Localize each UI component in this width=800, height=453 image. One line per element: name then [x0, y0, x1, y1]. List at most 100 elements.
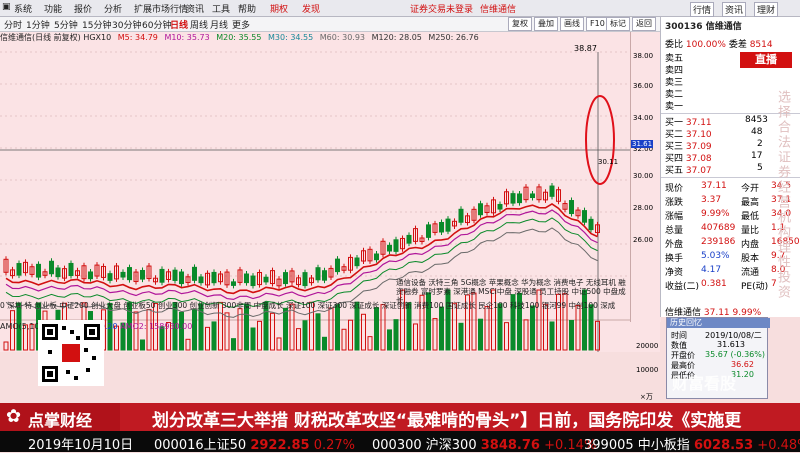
volume-bar [543, 303, 548, 351]
period-weekly[interactable]: 周线 [190, 18, 208, 31]
menu-item-discover[interactable]: 发现 [302, 2, 320, 15]
draw-line-button[interactable]: 画线 [560, 17, 584, 31]
popup-value: 35.67 (-0.36%) [705, 350, 765, 359]
candle-body [88, 271, 93, 280]
period-60min[interactable]: 60分钟 [142, 18, 171, 31]
index-code: 399005 [584, 438, 634, 453]
menu-item-analysis[interactable]: 分析 [104, 2, 122, 15]
quote-box-2[interactable]: 资讯 [722, 2, 747, 17]
candle-body [263, 276, 269, 283]
menu-item-tools[interactable]: 工具 [212, 2, 230, 15]
menu-item-options[interactable]: 期权 [270, 2, 288, 15]
index-pct: 0.27% [313, 438, 355, 453]
candle-body [354, 257, 360, 267]
ma5-label: M5: 34.79 [117, 33, 158, 42]
index-value: 6028.53 [693, 438, 754, 453]
candle-body [192, 266, 197, 281]
menu-item-news[interactable]: 资讯 [186, 2, 204, 15]
index-name: 沪深300 [425, 438, 477, 453]
annotation-ellipse [585, 95, 615, 185]
menu-item-extended-market[interactable]: 扩展市场行情 [134, 2, 188, 15]
candle-body [211, 271, 217, 284]
period-monthly[interactable]: 月线 [210, 18, 228, 31]
volume-bar [504, 322, 509, 351]
candle-body [439, 221, 444, 233]
menu-item-function[interactable]: 功能 [44, 2, 62, 15]
ma120-label: M120: 28.05 [371, 33, 422, 42]
volume-bar [315, 313, 321, 351]
volume-bar [588, 304, 594, 351]
period-15min[interactable]: 15分钟 [82, 18, 111, 31]
volume-bar [250, 327, 256, 351]
candle-body [179, 271, 184, 285]
trade-login-status[interactable]: 证券交易未登录 [410, 2, 473, 15]
stat-row: 收益(二) 0.381 PE(动) 7 [665, 279, 777, 292]
index-bar: 2019年10月10日 000016上证50 2922.85 0.27% 000… [0, 431, 800, 453]
candle-body [127, 267, 132, 281]
stat-label: 涨跌 [665, 198, 684, 208]
app-logo-icon: ▣ [2, 2, 11, 12]
quote-box-3[interactable]: 理财 [754, 2, 779, 17]
candle-body [198, 276, 204, 284]
period-more[interactable]: 更多 [232, 18, 250, 31]
stat-label: 现价 [665, 184, 684, 194]
restore-rights-button[interactable]: 复权 [508, 17, 532, 31]
candle-body [497, 203, 503, 210]
period-intraday[interactable]: 分时 [4, 18, 22, 31]
candle-body [250, 275, 256, 287]
period-30min[interactable]: 30分钟 [112, 18, 141, 31]
candle-body [172, 269, 178, 281]
candle-body [49, 260, 54, 275]
volume-bar [575, 304, 581, 351]
candle-body [68, 262, 74, 277]
qr-code-svg [42, 324, 100, 382]
back-button[interactable]: 返回 [632, 17, 656, 31]
volume-bar [231, 338, 236, 351]
stat-row: 涨跌 3.37 最高 37.1 [665, 195, 791, 208]
overlay-button[interactable]: 叠加 [534, 17, 558, 31]
index-name: 中小板指 [637, 438, 690, 453]
candle-body [387, 244, 392, 252]
index-item: 000016上证50 2922.85 0.27% [154, 434, 355, 453]
index-value: 3848.76 [480, 438, 540, 453]
index-pct: +0.48% [757, 438, 800, 453]
live-button[interactable]: 直播 [740, 52, 792, 68]
menu-item-system[interactable]: 系统 [14, 2, 32, 15]
stat-label: 换手 [665, 254, 684, 264]
candle-body [302, 272, 308, 287]
stat-value: 3.37 [701, 195, 722, 205]
mark-button[interactable]: 标记 [606, 17, 630, 31]
popup-value: 36.62 [731, 360, 754, 369]
period-daily[interactable]: 日线 [170, 18, 188, 31]
price-tick: 30.00 [633, 172, 654, 180]
high-label: 38.87 [574, 44, 597, 53]
period-5min[interactable]: 5分钟 [54, 18, 78, 31]
index-value: 2922.85 [250, 438, 310, 453]
volume-bar [335, 303, 340, 351]
candle-body [140, 269, 145, 280]
volume-bar [393, 319, 399, 351]
menu-item-help[interactable]: 帮助 [238, 2, 256, 15]
menu-item-quote[interactable]: 报价 [74, 2, 92, 15]
buy-vol: 48 [751, 127, 763, 137]
vol-tick: 10000 [636, 366, 659, 374]
popup-title: 历史回忆 [667, 318, 770, 328]
quote-box-1[interactable]: 行情 [690, 2, 715, 17]
volume-bar [530, 305, 535, 351]
stat-label: 流通 [741, 268, 760, 278]
volume-bar [348, 319, 353, 351]
candle-body [588, 218, 594, 231]
stat-value: 407689 [701, 223, 736, 233]
candle-body [120, 271, 126, 278]
menu-bar: ▣ 系统 功能 报价 分析 扩展市场行情 资讯 工具 帮助 期权 发现 证券交易… [0, 0, 800, 17]
candle-body [322, 270, 327, 281]
price-tick: 28.00 [633, 204, 654, 212]
candle-body [426, 224, 431, 238]
ma-legend: 信维通信(日线 前复权) HGX10 M5: 34.79 M10: 35.73 … [0, 32, 660, 44]
stat-row: 总量 407689 量比 1.1 [665, 223, 785, 236]
stat-row: 现价 37.11 今开 34.5 [665, 181, 791, 194]
period-1min[interactable]: 1分钟 [26, 18, 50, 31]
current-price-tag: 31.61 [631, 140, 654, 148]
candle-body [582, 210, 587, 223]
index-code: 000300 [372, 438, 422, 453]
